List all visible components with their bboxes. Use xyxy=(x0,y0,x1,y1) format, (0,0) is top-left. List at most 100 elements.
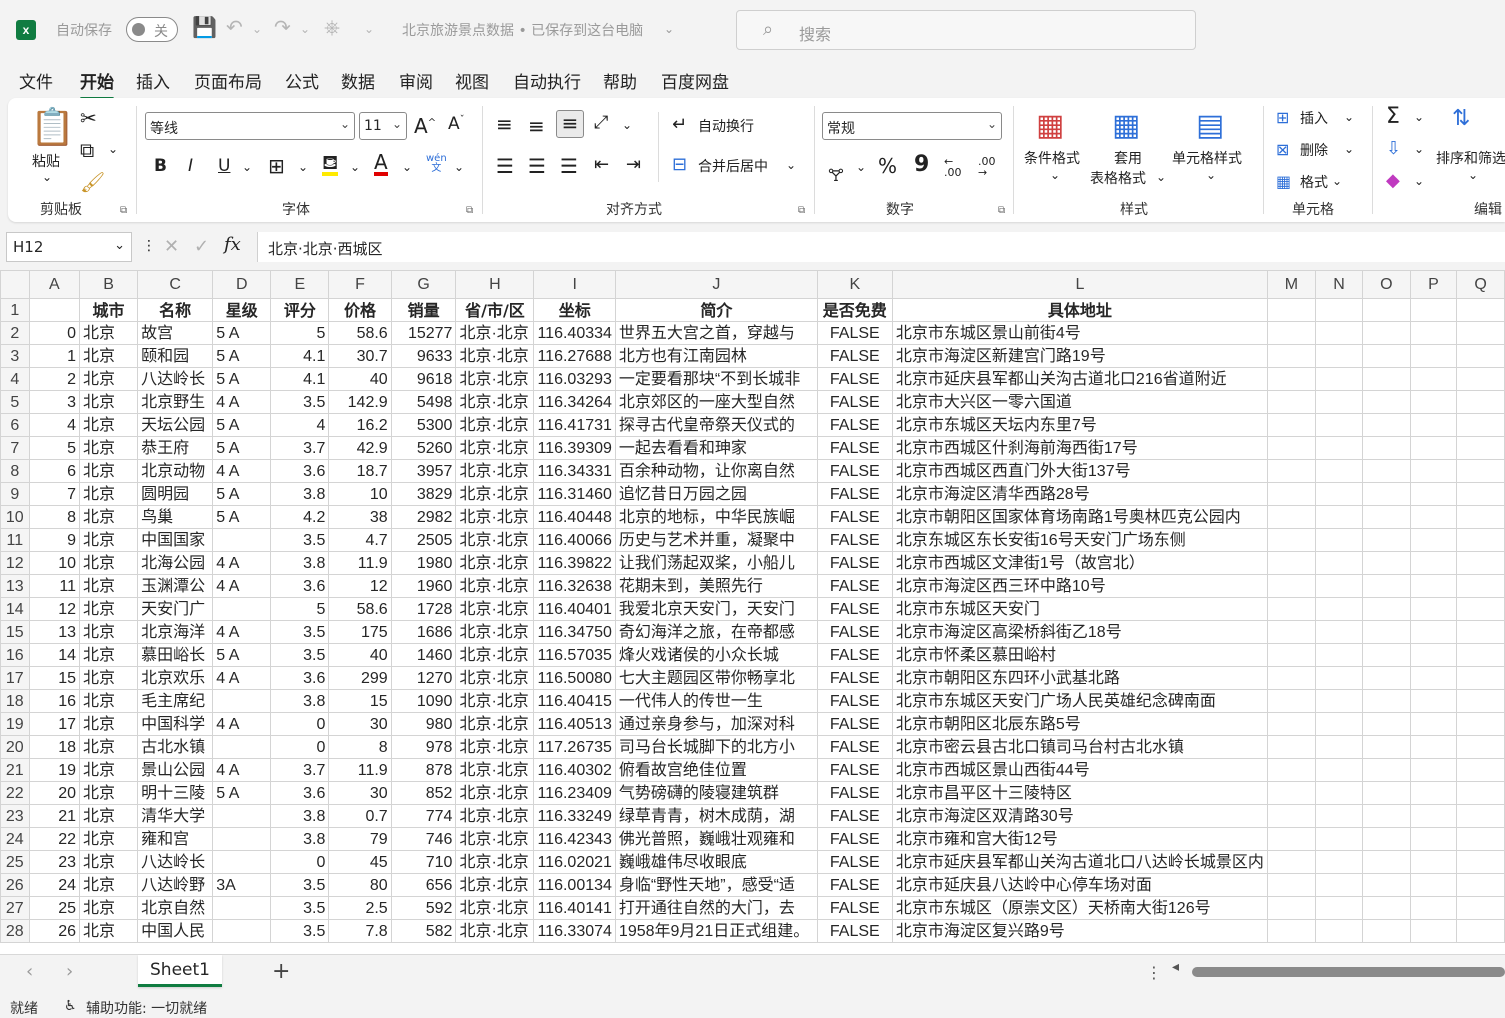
cell[interactable]: 3.5 xyxy=(270,620,330,644)
cell[interactable] xyxy=(1314,827,1364,851)
cell[interactable]: FALSE xyxy=(816,712,893,736)
font-size-select[interactable]: 11 ⌄ xyxy=(359,112,407,140)
cell[interactable]: 北京市西城区什刹海前海西街17号 xyxy=(891,436,1268,460)
cell[interactable]: 北京 xyxy=(79,390,139,414)
cell[interactable]: 38 xyxy=(328,505,392,529)
cell[interactable] xyxy=(1314,758,1364,782)
cell[interactable]: 116.34331 xyxy=(533,459,616,483)
row-header[interactable]: 5 xyxy=(0,390,30,414)
cell[interactable]: 北京市海淀区清华西路28号 xyxy=(891,482,1268,506)
horizontal-scrollbar[interactable] xyxy=(1192,967,1505,977)
cell[interactable]: 北京欢乐 xyxy=(137,666,214,690)
cell[interactable] xyxy=(212,804,272,828)
redo-icon[interactable]: ↷ xyxy=(274,15,291,39)
cell[interactable] xyxy=(1456,781,1505,805)
decrease-indent-icon[interactable]: ⇤ xyxy=(594,154,609,175)
column-header[interactable]: B xyxy=(79,270,139,299)
cell[interactable]: 5498 xyxy=(390,390,457,414)
cell[interactable] xyxy=(1409,390,1458,414)
cell[interactable]: 北京市海淀区双清路30号 xyxy=(891,804,1268,828)
cell[interactable]: 58.6 xyxy=(328,321,392,345)
cell[interactable]: 774 xyxy=(390,804,457,828)
cell[interactable] xyxy=(1266,505,1316,529)
cell[interactable]: 简介 xyxy=(614,298,818,322)
cell[interactable]: 3.5 xyxy=(270,873,330,897)
cell[interactable]: 北京 xyxy=(79,505,139,529)
cell[interactable]: 80 xyxy=(328,873,392,897)
cell[interactable]: 116.33074 xyxy=(533,919,616,943)
cell[interactable]: 北京·北京 xyxy=(455,321,535,345)
row-header[interactable]: 22 xyxy=(0,781,30,805)
cell[interactable]: 北京市海淀区复兴路9号 xyxy=(891,919,1268,943)
cell[interactable]: 45 xyxy=(328,850,392,874)
cell[interactable]: 18.7 xyxy=(328,459,392,483)
cell[interactable]: 北京市东城区（原崇文区）天桥南大街126号 xyxy=(891,896,1268,920)
cell[interactable]: 北京 xyxy=(79,896,139,920)
cell[interactable]: 历史与艺术并重，凝聚中 xyxy=(614,528,818,552)
cell[interactable]: 16 xyxy=(28,689,81,713)
cell[interactable] xyxy=(1266,436,1316,460)
cell[interactable]: 让我们荡起双桨，小船儿 xyxy=(614,551,818,575)
cell[interactable] xyxy=(1409,735,1458,759)
cell[interactable]: 北京市东城区天安门 xyxy=(891,597,1268,621)
column-header[interactable]: J xyxy=(614,270,818,299)
cell[interactable] xyxy=(1266,574,1316,598)
cell[interactable] xyxy=(1362,712,1411,736)
cell[interactable] xyxy=(1409,413,1458,437)
underline-dropdown-icon[interactable]: ⌄ xyxy=(242,160,252,174)
orientation-dropdown-icon[interactable]: ⌄ xyxy=(622,118,632,132)
cell[interactable]: 百余种动物，让你离自然 xyxy=(614,459,818,483)
cell[interactable]: 北京市东城区天安门广场人民英雄纪念碑南面 xyxy=(891,689,1268,713)
cell[interactable]: 北京东城区东长安街16号天安门广场东侧 xyxy=(891,528,1268,552)
cell[interactable]: 探寻古代皇帝祭天仪式的 xyxy=(614,413,818,437)
cell[interactable] xyxy=(1362,551,1411,575)
cell[interactable] xyxy=(1456,666,1505,690)
increase-indent-icon[interactable]: ⇥ xyxy=(626,154,641,175)
cell[interactable] xyxy=(1314,850,1364,874)
row-header[interactable]: 28 xyxy=(0,919,30,943)
cell[interactable]: 12 xyxy=(28,597,81,621)
cell[interactable]: 8 xyxy=(28,505,81,529)
cell[interactable]: FALSE xyxy=(816,827,893,851)
cell[interactable]: 北京·北京 xyxy=(455,344,535,368)
cell[interactable]: 8 xyxy=(328,735,392,759)
cell[interactable]: FALSE xyxy=(816,735,893,759)
cell[interactable] xyxy=(1456,528,1505,552)
cell[interactable]: 5 A xyxy=(212,505,272,529)
cell[interactable]: 北京 xyxy=(79,597,139,621)
cell[interactable]: FALSE xyxy=(816,781,893,805)
copy-icon[interactable]: ⧉ xyxy=(80,138,94,162)
cell[interactable]: 销量 xyxy=(390,298,457,322)
cell[interactable]: 116.00134 xyxy=(533,873,616,897)
cell[interactable]: 116.50080 xyxy=(533,666,616,690)
cell[interactable]: 烽火戏诸侯的小众长城 xyxy=(614,643,818,667)
cell[interactable]: 3.5 xyxy=(270,643,330,667)
cell[interactable] xyxy=(1409,298,1458,322)
cell[interactable] xyxy=(1409,436,1458,460)
cell[interactable]: 0 xyxy=(270,735,330,759)
cell[interactable]: FALSE xyxy=(816,850,893,874)
cell[interactable]: 3.6 xyxy=(270,574,330,598)
cell[interactable]: 北京 xyxy=(79,919,139,943)
cell[interactable]: 116.40448 xyxy=(533,505,616,529)
cell[interactable]: 3.7 xyxy=(270,436,330,460)
cell[interactable]: 116.34264 xyxy=(533,390,616,414)
conditional-formatting-button[interactable]: 条件格式 xyxy=(1024,148,1080,168)
cell[interactable]: FALSE xyxy=(816,804,893,828)
cell[interactable]: 圆明园 xyxy=(137,482,214,506)
cell[interactable]: 玉渊潭公 xyxy=(137,574,214,598)
cell[interactable] xyxy=(1456,344,1505,368)
cell[interactable]: 北京动物 xyxy=(137,459,214,483)
cell[interactable]: 追忆昔日万园之园 xyxy=(614,482,818,506)
cell[interactable]: 世界五大宫之首，穿越与 xyxy=(614,321,818,345)
cell[interactable]: 花期未到，美照先行 xyxy=(614,574,818,598)
cell[interactable]: 116.39822 xyxy=(533,551,616,575)
cell[interactable] xyxy=(212,689,272,713)
cell[interactable] xyxy=(1409,321,1458,345)
undo-icon[interactable]: ↶ xyxy=(226,15,243,39)
more-options-icon[interactable]: ⋮ xyxy=(142,238,156,254)
align-right-icon[interactable]: ☰ xyxy=(560,154,578,178)
number-format-select[interactable]: 常规 ⌄ xyxy=(822,112,1002,140)
align-middle-icon[interactable]: ≡ xyxy=(528,114,545,138)
name-box[interactable]: H12 ⌄ xyxy=(6,232,132,262)
